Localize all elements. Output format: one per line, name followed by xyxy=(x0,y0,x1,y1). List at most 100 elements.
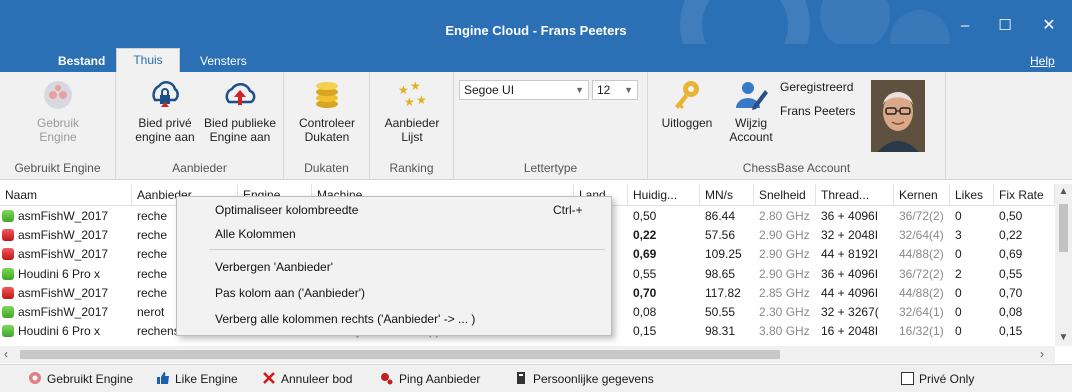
cell-name: Houdini 6 Pro x xyxy=(18,266,101,281)
status-like-engine[interactable]: Like Engine xyxy=(156,371,238,387)
svg-text:★: ★ xyxy=(410,79,421,93)
cell-name: Houdini 6 Pro x xyxy=(18,324,101,339)
provider-list-label-1: Aanbieder xyxy=(384,116,440,130)
column-header-current[interactable]: Huidig... xyxy=(628,184,700,206)
scroll-left-icon[interactable]: ‹ xyxy=(4,347,8,361)
cell-name: asmFishW_2017 xyxy=(18,228,109,243)
offer-private-label-2: engine aan xyxy=(135,130,195,144)
provider-list-button[interactable]: ★ ★ ★ ★ Aanbieder Lijst xyxy=(378,78,446,144)
offer-private-engine-button[interactable]: Bied privé engine aan xyxy=(130,78,200,144)
cell-speed: 2.90 GHz xyxy=(759,266,810,281)
cell-speed: 2.80 GHz xyxy=(759,209,810,223)
cell-mns: 98.65 xyxy=(705,266,736,281)
chevron-down-icon: ▼ xyxy=(575,85,584,95)
column-header-threads[interactable]: Thread... xyxy=(816,184,894,206)
tab-home[interactable]: Thuis xyxy=(116,48,180,72)
cell-likes: 2 xyxy=(955,266,962,281)
minimize-button[interactable]: – xyxy=(950,14,980,38)
scroll-up-icon[interactable]: ▲ xyxy=(1055,186,1072,197)
cell-name: asmFishW_2017 xyxy=(18,209,109,223)
cell-current: 0,50 xyxy=(633,209,657,223)
ping-icon xyxy=(381,373,393,385)
chevron-down-icon: ▼ xyxy=(624,85,633,95)
private-only-label: Privé Only xyxy=(919,372,975,386)
cell-cores: 32/64(4) xyxy=(899,228,944,243)
column-header-name[interactable]: Naam xyxy=(0,184,132,206)
cell-threads: 44 + 8192I xyxy=(821,247,879,262)
column-header-speed[interactable]: Snelheid xyxy=(754,184,816,206)
font-name-combo[interactable]: Segoe UI ▼ xyxy=(459,80,589,100)
group-label: ChessBase Account xyxy=(742,161,851,175)
scroll-thumb[interactable] xyxy=(20,350,780,359)
offer-public-engine-button[interactable]: Bied publieke Engine aan xyxy=(200,78,280,144)
cell-speed: 3.80 GHz xyxy=(759,324,810,339)
cell-likes: 0 xyxy=(955,247,962,262)
user-name: Frans Peeters xyxy=(780,104,856,118)
group-label: Ranking xyxy=(389,161,434,175)
column-header-cores[interactable]: Kernen xyxy=(894,184,950,206)
use-engine-button[interactable]: Gebruik Engine xyxy=(28,78,88,144)
menu-item-adjust-column[interactable]: Pas kolom aan ('Aanbieder') xyxy=(215,283,365,303)
ribbon-tab-row: Bestand Thuis Vensters Help xyxy=(0,44,1072,72)
private-only-checkbox[interactable] xyxy=(901,372,914,385)
status-personal-label: Persoonlijke gegevens xyxy=(533,372,654,386)
offer-private-label-1: Bied privé xyxy=(138,116,192,130)
cell-mns: 117.82 xyxy=(705,285,741,300)
cell-name: asmFishW_2017 xyxy=(18,285,109,300)
tab-help[interactable]: Help xyxy=(1030,51,1055,72)
menu-shortcut: Ctrl-+ xyxy=(553,203,583,217)
scroll-down-icon[interactable]: ▼ xyxy=(1055,332,1072,343)
cell-likes: 0 xyxy=(955,305,962,319)
status-cancel-bid[interactable]: Annuleer bod xyxy=(262,371,352,387)
ribbon: Gebruik Engine Gebruikt Engine Bied priv… xyxy=(0,72,1072,180)
cell-cores: 32/64(1) xyxy=(899,305,944,319)
scroll-thumb[interactable] xyxy=(1059,204,1068,252)
cell-likes: 0 xyxy=(955,285,962,300)
change-account-label-2: Account xyxy=(729,130,773,144)
menu-item-all-columns[interactable]: Alle Kolommen xyxy=(215,224,296,244)
cell-threads: 36 + 4096I xyxy=(821,209,879,223)
close-button[interactable]: ✕ xyxy=(1034,14,1064,38)
menu-item-optimize-width[interactable]: Optimaliseer kolombreedte xyxy=(215,200,358,220)
use-engine-label-2: Engine xyxy=(39,130,77,144)
use-engine-icon xyxy=(44,81,72,109)
cell-fixrate: 0,15 xyxy=(999,324,1023,339)
status-use-engine[interactable]: Gebruikt Engine xyxy=(28,371,133,387)
cell-likes: 3 xyxy=(955,228,962,243)
status-personal-data[interactable]: Persoonlijke gegevens xyxy=(514,371,654,387)
scroll-right-icon[interactable]: › xyxy=(1040,347,1044,361)
cell-cores: 44/88(2) xyxy=(899,285,944,300)
column-header-fixrate[interactable]: Fix Rate xyxy=(994,184,1055,206)
maximize-button[interactable]: ☐ xyxy=(990,14,1020,38)
column-header-likes[interactable]: Likes xyxy=(950,184,994,206)
menu-item-hide-column[interactable]: Verbergen 'Aanbieder' xyxy=(215,257,333,277)
cell-cores: 16/32(1) xyxy=(899,324,944,339)
font-name-value: Segoe UI xyxy=(464,83,515,97)
horizontal-scrollbar[interactable]: ‹ › xyxy=(0,346,1055,363)
status-ping-provider[interactable]: Ping Aanbieder xyxy=(380,371,480,387)
cell-cores: 44/88(2) xyxy=(899,247,944,262)
check-ducats-button[interactable]: Controleer Dukaten xyxy=(294,78,360,144)
change-account-label-1: Wijzig xyxy=(735,116,767,130)
group-provider: Bied privé engine aan Bied publieke Engi… xyxy=(116,72,284,180)
font-size-value: 12 xyxy=(597,83,611,97)
status-like-engine-label: Like Engine xyxy=(175,372,238,386)
cell-mns: 50.55 xyxy=(705,305,736,319)
personal-data-icon xyxy=(517,372,525,384)
font-size-combo[interactable]: 12 ▼ xyxy=(592,80,638,100)
change-account-button[interactable]: Wijzig Account xyxy=(720,78,782,144)
cell-threads: 32 + 2048I xyxy=(821,228,879,243)
avatar xyxy=(871,80,925,152)
logout-button[interactable]: Uitloggen xyxy=(656,78,718,130)
offer-public-label-2: Engine aan xyxy=(209,130,271,144)
check-ducats-label-2: Dukaten xyxy=(304,130,350,144)
cancel-icon xyxy=(263,372,275,384)
tab-windows[interactable]: Vensters xyxy=(200,51,247,72)
vertical-scrollbar[interactable]: ▲ ▼ xyxy=(1055,184,1072,346)
check-ducats-label-1: Controleer xyxy=(298,116,356,130)
menu-item-hide-right-columns[interactable]: Verberg alle kolommen rechts ('Aanbieder… xyxy=(215,309,475,329)
column-header-mns[interactable]: MN/s xyxy=(700,184,754,206)
tab-file[interactable]: Bestand xyxy=(58,51,105,72)
stars-icon: ★ ★ ★ ★ xyxy=(398,79,427,109)
upload-lock-icon xyxy=(152,81,179,107)
